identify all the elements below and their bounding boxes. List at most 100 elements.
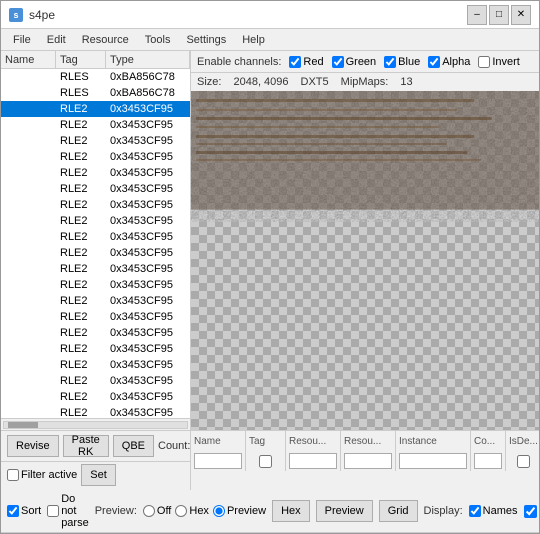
instance-input[interactable]: [399, 453, 467, 469]
channel-green-checkbox[interactable]: [332, 56, 344, 68]
list-row[interactable]: RLE2 0x3453CF95: [1, 181, 190, 197]
list-row[interactable]: RLE2 0x3453CF95: [1, 117, 190, 133]
list-row[interactable]: RLE2 0x3453CF95: [1, 133, 190, 149]
channel-red[interactable]: Red: [289, 56, 323, 68]
channel-blue[interactable]: Blue: [384, 56, 420, 68]
filter-row: Filter active Set: [1, 462, 190, 490]
list-row[interactable]: RLE2 0x3453CF95: [1, 229, 190, 245]
radio-off[interactable]: Off: [143, 505, 171, 517]
names-checkbox[interactable]: [469, 505, 481, 517]
menu-file[interactable]: File: [5, 32, 39, 48]
title-bar: s s4pe – □ ✕: [1, 1, 539, 29]
list-row[interactable]: RLE2 0x3453CF95: [1, 293, 190, 309]
co-input[interactable]: [474, 453, 502, 469]
left-panel: Name Tag Type RLES 0xBA856C78 RLES 0xBA8…: [1, 51, 191, 430]
list-row[interactable]: RLE2 0x3453CF95: [1, 325, 190, 341]
list-body[interactable]: RLES 0xBA856C78 RLES 0xBA856C78 RLE2 0x3…: [1, 69, 190, 418]
menu-edit[interactable]: Edit: [39, 32, 74, 48]
sort-item[interactable]: Sort: [7, 505, 41, 517]
radio-hex-input[interactable]: [175, 505, 187, 517]
channel-red-checkbox[interactable]: [289, 56, 301, 68]
list-header-name: Name: [1, 51, 56, 68]
list-row[interactable]: RLES 0xBA856C78: [1, 69, 190, 85]
channel-invert-label: Invert: [492, 56, 520, 68]
sort-label: Sort: [21, 505, 41, 517]
channel-invert[interactable]: Invert: [478, 56, 520, 68]
radio-hex[interactable]: Hex: [175, 505, 209, 517]
names-item[interactable]: Names: [469, 505, 518, 517]
list-row[interactable]: RLES 0xBA856C78: [1, 85, 190, 101]
list-row[interactable]: RLE2 0x3453CF95: [1, 197, 190, 213]
list-row[interactable]: RLE2 0x3453CF95: [1, 405, 190, 418]
list-scrollbar-thumb[interactable]: [8, 422, 38, 428]
list-row[interactable]: RLE2 0x3453CF95: [1, 101, 190, 117]
channel-alpha-label: Alpha: [442, 56, 470, 68]
menu-help[interactable]: Help: [234, 32, 273, 48]
list-row[interactable]: RLE2 0x3453CF95: [1, 373, 190, 389]
list-header-type: Type: [106, 51, 190, 68]
channel-blue-checkbox[interactable]: [384, 56, 396, 68]
filter-active-checkbox[interactable]: [7, 469, 19, 481]
channel-alpha[interactable]: Alpha: [428, 56, 470, 68]
preview-button[interactable]: Preview: [316, 500, 373, 522]
isde-checkbox[interactable]: [517, 455, 530, 468]
minimize-button[interactable]: –: [467, 5, 487, 25]
channel-alpha-checkbox[interactable]: [428, 56, 440, 68]
channel-invert-checkbox[interactable]: [478, 56, 490, 68]
list-row[interactable]: RLE2 0x3453CF95: [1, 341, 190, 357]
list-row[interactable]: RLE2 0x3453CF95: [1, 357, 190, 373]
list-row[interactable]: RLE2 0x3453CF95: [1, 213, 190, 229]
list-cell-tag: RLE2: [56, 167, 106, 179]
radio-preview[interactable]: Preview: [213, 505, 266, 517]
menu-settings[interactable]: Settings: [178, 32, 234, 48]
list-cell-type: 0x3453CF95: [106, 375, 190, 387]
sort-checkbox[interactable]: [7, 505, 19, 517]
resource2-input[interactable]: [344, 453, 392, 469]
channel-green[interactable]: Green: [332, 56, 377, 68]
list-row[interactable]: RLE2 0x3453CF95: [1, 149, 190, 165]
bottom-left-section: Revise Paste RK QBE Count: 0 Filter acti…: [1, 431, 191, 490]
list-row[interactable]: RLE2 0x3453CF95: [1, 309, 190, 325]
menu-tools[interactable]: Tools: [137, 32, 179, 48]
list-scrollbar[interactable]: [1, 418, 190, 430]
tag-checkbox[interactable]: [259, 455, 272, 468]
do-not-parse-item[interactable]: Do not parse: [47, 493, 89, 529]
do-not-parse-checkbox[interactable]: [47, 505, 59, 517]
maximize-button[interactable]: □: [489, 5, 509, 25]
list-row[interactable]: RLE2 0x3453CF95: [1, 245, 190, 261]
radio-off-label: Off: [157, 505, 171, 517]
list-row[interactable]: RLE2 0x3453CF95: [1, 277, 190, 293]
texture-preview: [191, 91, 539, 430]
hex-button[interactable]: Hex: [272, 500, 310, 522]
revise-button[interactable]: Revise: [7, 435, 59, 457]
list-row[interactable]: RLE2 0x3453CF95: [1, 165, 190, 181]
list-cell-type: 0x3453CF95: [106, 167, 190, 179]
list-cell-tag: RLE2: [56, 183, 106, 195]
close-button[interactable]: ✕: [511, 5, 531, 25]
grid-button[interactable]: Grid: [379, 500, 418, 522]
list-cell-type: 0x3453CF95: [106, 103, 190, 115]
list-cell-type: 0x3453CF95: [106, 407, 190, 418]
channel-red-label: Red: [303, 56, 323, 68]
buttons-row: Revise Paste RK QBE Count: 0: [1, 431, 190, 462]
list-cell-tag: RLE2: [56, 279, 106, 291]
radio-off-input[interactable]: [143, 505, 155, 517]
set-button[interactable]: Set: [81, 464, 116, 486]
filter-active-item[interactable]: Filter active: [7, 469, 77, 481]
radio-preview-input[interactable]: [213, 505, 225, 517]
resource1-input[interactable]: [289, 453, 337, 469]
list-cell-type: 0x3453CF95: [106, 151, 190, 163]
list-cell-type: 0x3453CF95: [106, 231, 190, 243]
paste-rk-button[interactable]: Paste RK: [63, 435, 109, 457]
th-isde: IsDe...: [506, 431, 539, 451]
qbe-button[interactable]: QBE: [113, 435, 154, 457]
menu-resource[interactable]: Resource: [74, 32, 137, 48]
right-table-header: Name Tag Resou... Resou... Instance Co..…: [191, 431, 539, 490]
display-extra-checkbox[interactable]: [524, 505, 537, 518]
list-cell-tag: RLE2: [56, 391, 106, 403]
list-cell-tag: RLE2: [56, 263, 106, 275]
name-input[interactable]: [194, 453, 242, 469]
list-row[interactable]: RLE2 0x3453CF95: [1, 389, 190, 405]
list-scrollbar-track[interactable]: [3, 421, 188, 429]
list-row[interactable]: RLE2 0x3453CF95: [1, 261, 190, 277]
